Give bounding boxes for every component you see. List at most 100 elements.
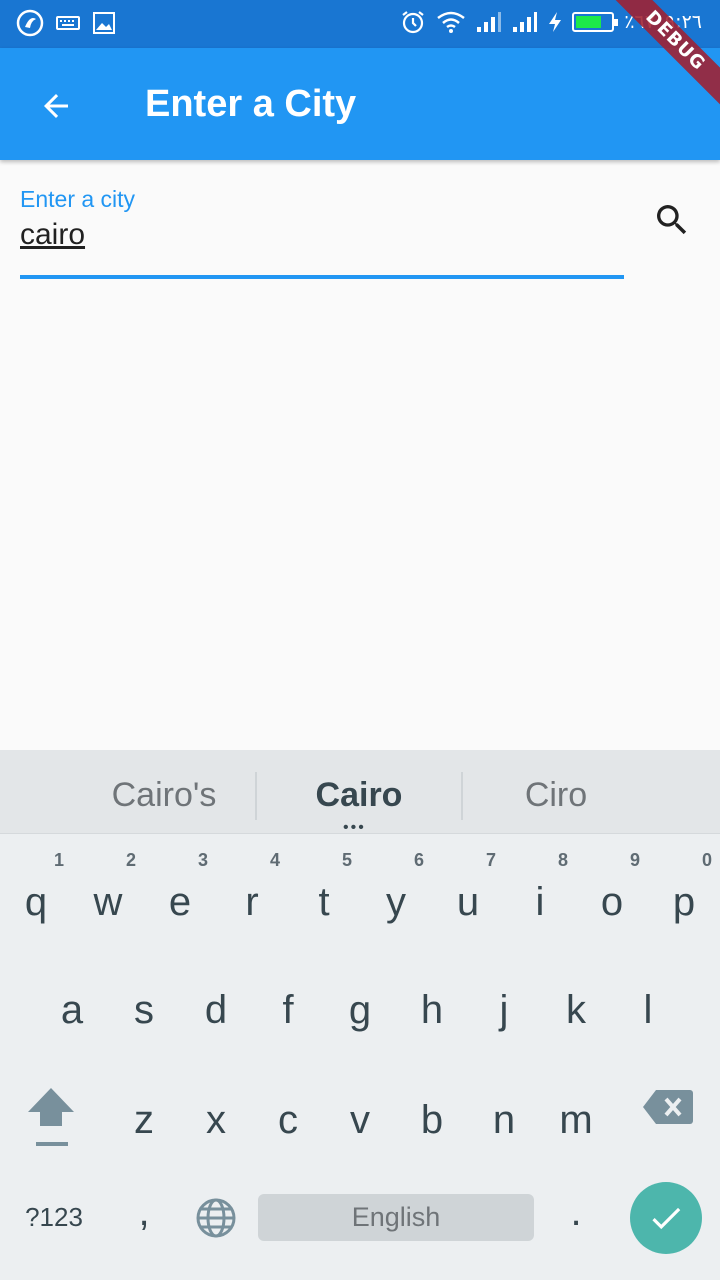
backspace-key[interactable] — [642, 1088, 694, 1126]
search-icon — [657, 205, 687, 235]
key-number-hint: 2 — [125, 850, 136, 870]
language-key[interactable] — [194, 1196, 238, 1240]
key-letter: d — [204, 988, 228, 1032]
key-m[interactable]: m — [540, 1068, 612, 1168]
key-letter: i — [535, 880, 545, 924]
done-key[interactable] — [630, 1182, 702, 1254]
key-letter: b — [420, 1098, 444, 1142]
keyboard-icon — [56, 16, 80, 30]
key-f[interactable]: f — [252, 958, 324, 1058]
signal-icon-2 — [513, 12, 538, 32]
shift-icon — [28, 1088, 74, 1146]
key-letter: m — [559, 1098, 593, 1142]
globe-icon — [196, 1198, 236, 1238]
key-letter: s — [134, 988, 154, 1032]
soft-keyboard: Cairo's Cairo ••• Ciro 1q 2w 3e 4r 5t 6y… — [0, 750, 720, 1280]
key-v[interactable]: v — [324, 1068, 396, 1168]
suggestion-2[interactable]: Cairo — [259, 776, 459, 815]
comma-key[interactable]: , — [128, 1190, 160, 1235]
key-number-hint: 4 — [269, 850, 280, 870]
key-t[interactable]: 5t — [288, 850, 360, 950]
key-d[interactable]: d — [180, 958, 252, 1058]
shift-key[interactable] — [22, 1080, 80, 1150]
key-letter: w — [93, 880, 123, 924]
key-c[interactable]: c — [252, 1068, 324, 1168]
page-title: Enter a City — [145, 83, 357, 125]
app-bar: Enter a City — [0, 48, 720, 160]
status-left — [16, 9, 116, 37]
app-notification-icon — [16, 9, 44, 37]
charging-icon — [549, 12, 562, 32]
key-h[interactable]: h — [396, 958, 468, 1058]
key-r[interactable]: 4r — [216, 850, 288, 950]
key-i[interactable]: 8i — [504, 850, 576, 950]
key-y[interactable]: 6y — [360, 850, 432, 950]
back-button[interactable] — [28, 78, 84, 134]
battery-fill — [576, 16, 601, 28]
key-number-hint: 6 — [413, 850, 424, 870]
key-n[interactable]: n — [468, 1068, 540, 1168]
more-suggestions-icon[interactable]: ••• — [343, 820, 366, 836]
check-icon — [652, 1207, 681, 1230]
key-z[interactable]: z — [108, 1068, 180, 1168]
space-key[interactable]: English — [258, 1194, 534, 1241]
key-letter: h — [420, 988, 444, 1032]
symbols-key[interactable]: ?123 — [14, 1202, 94, 1233]
key-letter: r — [245, 880, 259, 924]
key-u[interactable]: 7u — [432, 850, 504, 950]
suggestion-1[interactable]: Cairo's — [64, 776, 264, 815]
suggestion-divider — [255, 772, 257, 820]
suggestion-3[interactable]: Ciro — [456, 776, 656, 815]
city-input[interactable]: cairo — [20, 218, 624, 252]
key-letter: a — [60, 988, 84, 1032]
key-letter: n — [492, 1098, 516, 1142]
city-input-underline — [20, 275, 624, 279]
key-number-hint: 1 — [53, 850, 64, 870]
key-letter: u — [456, 880, 480, 924]
key-number-hint: 3 — [197, 850, 208, 870]
key-k[interactable]: k — [540, 958, 612, 1058]
backspace-icon — [643, 1090, 693, 1124]
key-j[interactable]: j — [468, 958, 540, 1058]
arrow-back-icon — [44, 94, 68, 118]
key-letter: z — [134, 1098, 154, 1142]
period-key[interactable]: . — [560, 1190, 592, 1235]
wifi-icon — [437, 11, 466, 33]
key-letter: x — [206, 1098, 226, 1142]
key-letter: v — [350, 1098, 370, 1142]
key-letter: k — [566, 988, 586, 1032]
key-e[interactable]: 3e — [144, 850, 216, 950]
key-letter: j — [499, 988, 509, 1032]
city-field-label: Enter a city — [20, 186, 136, 212]
key-letter: q — [24, 880, 48, 924]
key-number-hint: 8 — [557, 850, 568, 870]
key-letter: t — [318, 880, 330, 924]
key-letter: l — [643, 988, 653, 1032]
key-letter: y — [386, 880, 406, 924]
key-x[interactable]: x — [180, 1068, 252, 1168]
key-l[interactable]: l — [612, 958, 684, 1058]
key-number-hint: 7 — [485, 850, 496, 870]
status-bar: ٪٦٧ ٩:٢٦ — [0, 0, 720, 48]
key-letter: o — [600, 880, 624, 924]
suggestion-bar: Cairo's Cairo ••• Ciro — [0, 750, 720, 836]
image-icon — [93, 12, 115, 34]
battery-icon — [572, 12, 619, 32]
key-number-hint: 5 — [341, 850, 352, 870]
key-o[interactable]: 9o — [576, 850, 648, 950]
key-letter: e — [168, 880, 192, 924]
alarm-icon — [402, 11, 424, 34]
key-g[interactable]: g — [324, 958, 396, 1058]
key-number-hint: 9 — [629, 850, 640, 870]
key-a[interactable]: a — [36, 958, 108, 1058]
key-letter: g — [348, 988, 372, 1032]
signal-icon-1 — [477, 12, 502, 32]
key-p[interactable]: 0p — [648, 850, 720, 950]
key-b[interactable]: b — [396, 1068, 468, 1168]
key-s[interactable]: s — [108, 958, 180, 1058]
search-button[interactable] — [642, 192, 702, 248]
key-letter: p — [672, 880, 696, 924]
key-w[interactable]: 2w — [72, 850, 144, 950]
key-letter: f — [282, 988, 294, 1032]
key-q[interactable]: 1q — [0, 850, 72, 950]
